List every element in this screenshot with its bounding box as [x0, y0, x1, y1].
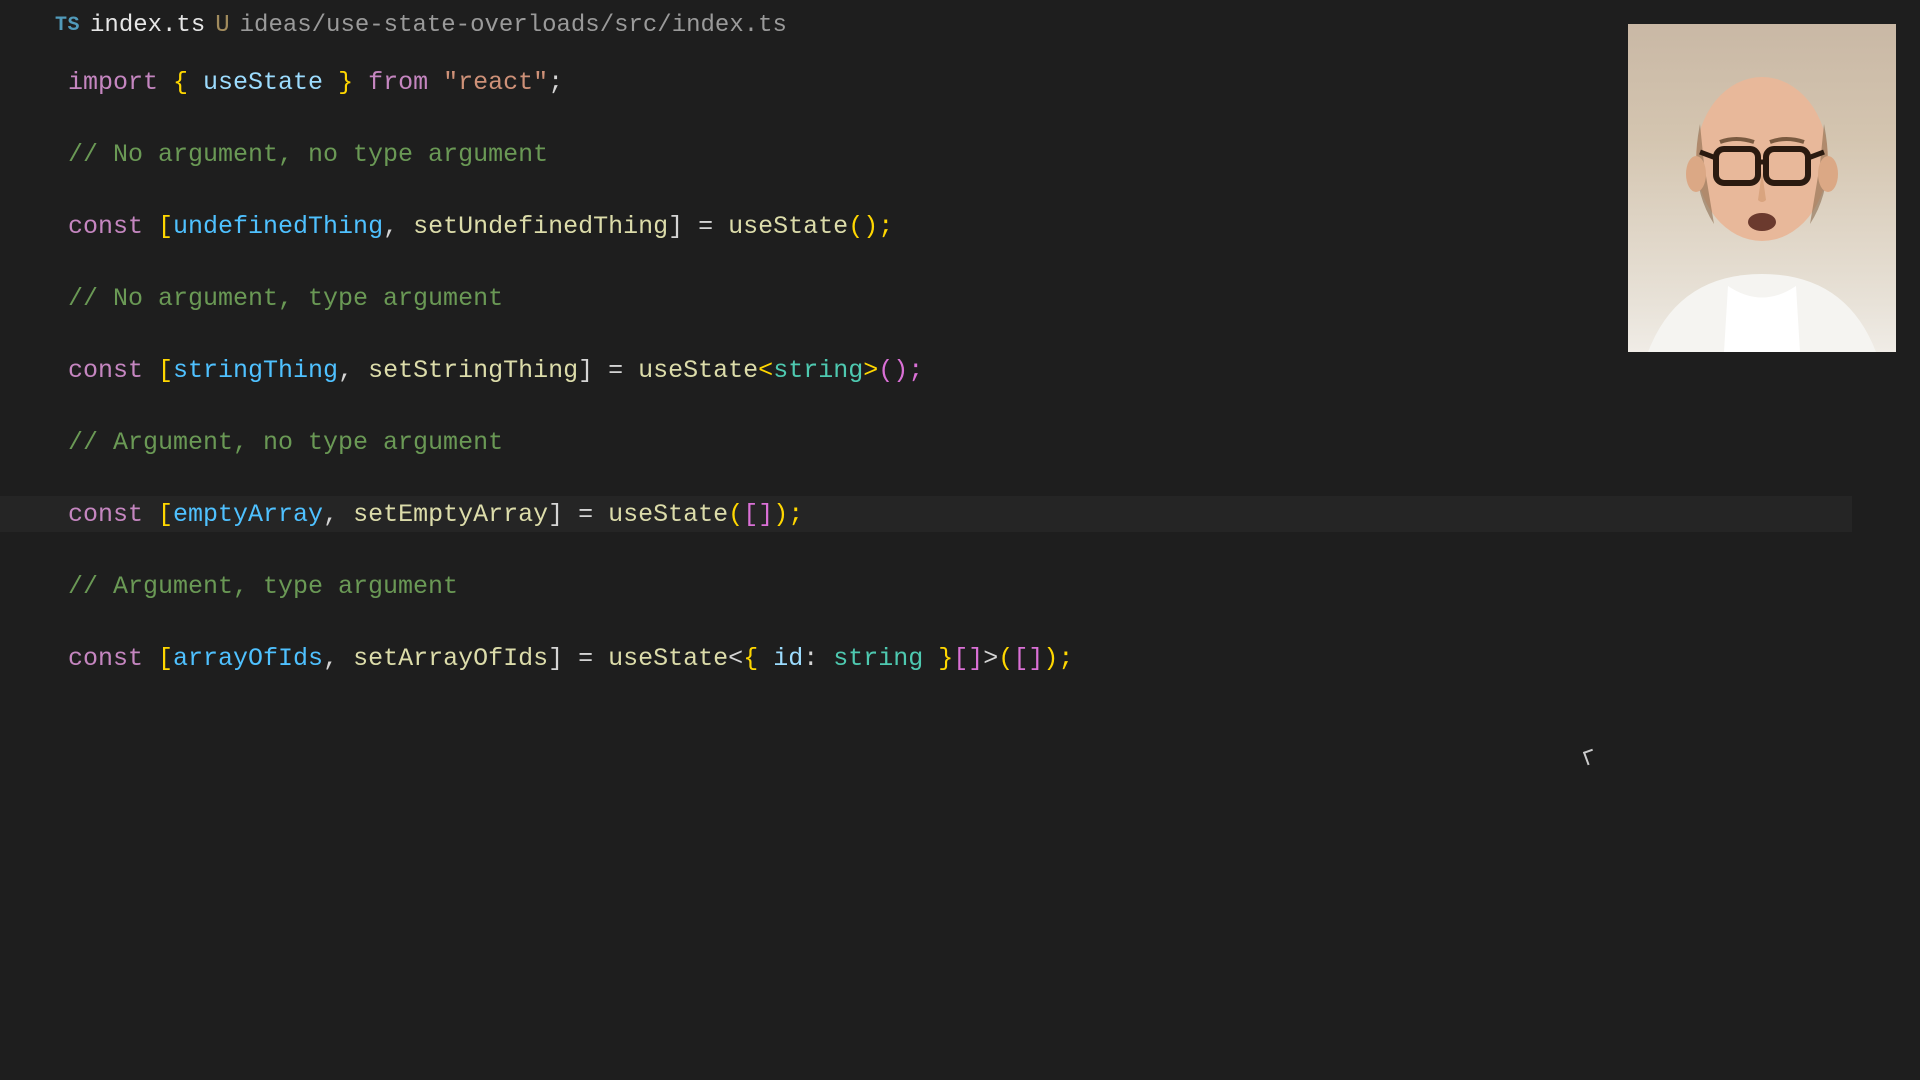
comma: , [338, 358, 368, 383]
call-parens: (); [848, 214, 893, 239]
paren-close: ); [1043, 646, 1073, 671]
bracket-close-eq: ] = [548, 502, 608, 527]
code-line-active[interactable]: const [ emptyArray , setEmptyArray ] = u… [0, 496, 1852, 532]
generic-open: < [728, 646, 743, 671]
comment-text: // No argument, no type argument [68, 142, 548, 167]
bracket-open: [ [143, 502, 173, 527]
code-line-comment[interactable]: // Argument, no type argument [68, 424, 1920, 460]
generic-open: < [758, 358, 773, 383]
paren-close: ); [773, 502, 803, 527]
comma: , [323, 646, 353, 671]
comma: , [323, 502, 353, 527]
blank-line [68, 460, 1920, 496]
bracket-open: [ [143, 358, 173, 383]
colon: : [803, 646, 833, 671]
generic-close: > [983, 646, 998, 671]
brace-close: } [923, 646, 953, 671]
semicolon: ; [548, 70, 563, 95]
tab-filepath: ideas/use-state-overloads/src/index.ts [240, 12, 787, 39]
brace-close: } [323, 70, 368, 95]
fn-usestate: useState [608, 502, 728, 527]
call-parens: (); [878, 358, 923, 383]
blank-line [68, 604, 1920, 640]
blank-line [68, 532, 1920, 568]
typescript-badge-icon: TS [55, 14, 80, 37]
brace-open: { [158, 70, 203, 95]
var-setemptyarray: setEmptyArray [353, 502, 548, 527]
keyword-const: const [68, 358, 143, 383]
fn-usestate: useState [638, 358, 758, 383]
space [428, 70, 443, 95]
array-literal: [] [1013, 646, 1043, 671]
tab-filename[interactable]: index.ts [90, 12, 205, 39]
code-editor[interactable]: TS index.ts U ideas/use-state-overloads/… [0, 0, 1920, 1080]
keyword-from: from [368, 70, 428, 95]
comment-text: // Argument, type argument [68, 574, 458, 599]
tab-modified-indicator: U [215, 12, 229, 39]
comma: , [383, 214, 413, 239]
bracket-open: [ [143, 646, 173, 671]
paren-open: ( [998, 646, 1013, 671]
presenter-icon [1628, 24, 1896, 352]
var-undefinedthing: undefinedThing [173, 214, 383, 239]
array-type: [] [953, 646, 983, 671]
var-arrayofids: arrayOfIds [173, 646, 323, 671]
bracket-open: [ [143, 214, 173, 239]
type-string: string [833, 646, 923, 671]
bracket-close-eq: ] = [548, 646, 608, 671]
comment-text: // No argument, type argument [68, 286, 503, 311]
brace-open: { [743, 646, 773, 671]
type-string: string [773, 358, 863, 383]
mouse-cursor-icon [1585, 750, 1599, 770]
var-setarrayofids: setArrayOfIds [353, 646, 548, 671]
code-line-comment[interactable]: // Argument, type argument [68, 568, 1920, 604]
var-setundefinedthing: setUndefinedThing [413, 214, 668, 239]
generic-close: > [863, 358, 878, 383]
keyword-import: import [68, 70, 158, 95]
var-setstringthing: setStringThing [368, 358, 578, 383]
keyword-const: const [68, 646, 143, 671]
var-emptyarray: emptyArray [173, 502, 323, 527]
array-literal: [] [743, 502, 773, 527]
bracket-close-eq: ] = [668, 214, 728, 239]
keyword-const: const [68, 502, 143, 527]
var-stringthing: stringThing [173, 358, 338, 383]
prop-id: id [773, 646, 803, 671]
fn-usestate: useState [728, 214, 848, 239]
paren-open: ( [728, 502, 743, 527]
fn-usestate: useState [608, 646, 728, 671]
blank-line [68, 388, 1920, 424]
webcam-overlay [1628, 24, 1896, 352]
identifier-usestate: useState [203, 70, 323, 95]
keyword-const: const [68, 214, 143, 239]
code-line[interactable]: const [ stringThing , setStringThing ] =… [68, 352, 1920, 388]
code-line[interactable]: const [ arrayOfIds , setArrayOfIds ] = u… [68, 640, 1920, 676]
bracket-close-eq: ] = [578, 358, 638, 383]
string-react: "react" [443, 70, 548, 95]
comment-text: // Argument, no type argument [68, 430, 503, 455]
